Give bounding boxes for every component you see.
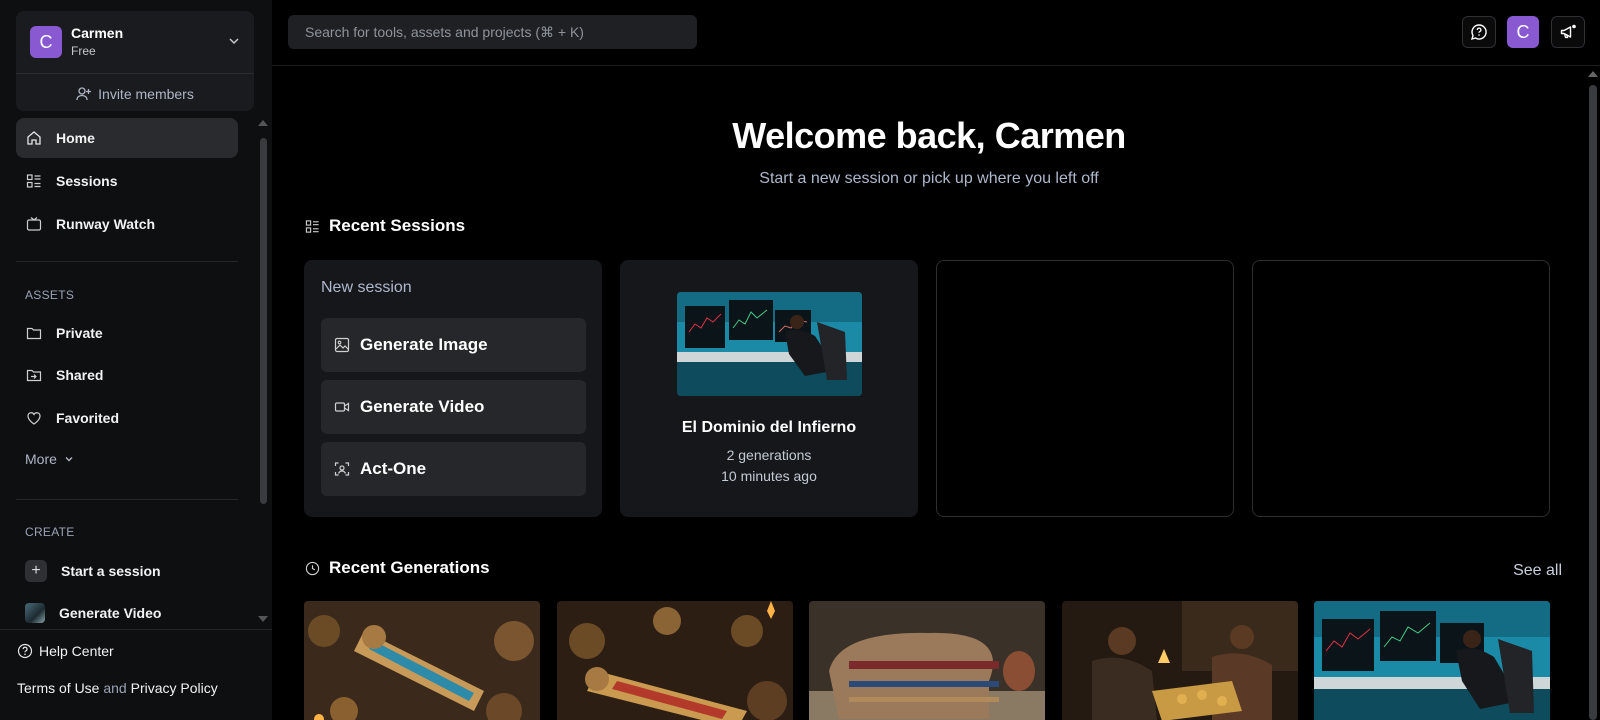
page-title: Welcome back, Carmen (732, 115, 1126, 156)
session-thumbnail (677, 292, 862, 396)
more-button[interactable]: More (25, 451, 75, 467)
scrollbar-thumb[interactable] (260, 138, 267, 504)
divider (16, 261, 238, 262)
recent-generations-heading: Recent Generations (305, 558, 490, 578)
shared-folder-icon (26, 369, 42, 382)
topbar: C (272, 0, 1600, 66)
privacy-link[interactable]: Privacy Policy (131, 680, 218, 696)
home-icon (27, 131, 41, 145)
scrollbar-thumb[interactable] (1589, 85, 1597, 720)
invite-members-button[interactable]: Invite members (16, 83, 254, 105)
divider (16, 499, 238, 500)
image-icon (334, 337, 350, 353)
nav-item-label: Private (56, 325, 103, 341)
workspace-name: Carmen (71, 25, 124, 41)
nav-item-shared[interactable]: Shared (16, 355, 238, 395)
workspace-plan: Free (71, 44, 96, 58)
and-text: and (103, 680, 127, 696)
scroll-up-arrow-icon[interactable] (1588, 71, 1598, 77)
sessions-icon (26, 174, 41, 188)
generation-thumbnail[interactable] (1062, 601, 1298, 720)
more-label: More (25, 451, 57, 467)
divider (16, 73, 254, 74)
scroll-up-arrow-icon[interactable] (258, 120, 268, 126)
workspace-avatar: C (30, 26, 62, 58)
nav-item-label: Home (56, 130, 95, 146)
see-all-link[interactable]: See all (1513, 562, 1562, 580)
generation-thumbnail[interactable] (557, 601, 793, 720)
announcement-megaphone-icon (1560, 24, 1576, 39)
legal-links: Terms of Use and Privacy Policy (17, 680, 218, 696)
session-card[interactable]: El Dominio del Infierno 2 generations 10… (620, 260, 918, 517)
workspace-card: C Carmen Free Invite members (16, 11, 254, 111)
tv-icon (26, 217, 42, 231)
nav-item-runway-watch[interactable]: Runway Watch (16, 204, 238, 244)
nav-item-label: Shared (56, 367, 104, 383)
help-icon (17, 643, 33, 659)
terms-link[interactable]: Terms of Use (17, 680, 99, 696)
session-card-placeholder (936, 260, 1234, 517)
generation-thumbnail[interactable] (304, 601, 540, 720)
generate-video-link[interactable]: Generate Video (25, 603, 161, 623)
nav-item-label: Favorited (56, 410, 120, 426)
section-heading-label: Recent Generations (329, 558, 490, 577)
create-item-label: Generate Video (59, 605, 162, 621)
generate-image-button[interactable]: Generate Image (321, 318, 586, 372)
heart-icon (27, 412, 41, 425)
user-avatar[interactable]: C (1507, 16, 1539, 48)
generation-thumbnail[interactable] (1314, 601, 1550, 720)
scroll-down-arrow-icon[interactable] (258, 616, 268, 622)
action-label: Generate Video (360, 397, 485, 416)
nav-item-private[interactable]: Private (16, 313, 238, 353)
assets-heading: ASSETS (25, 288, 75, 302)
sessions-icon (305, 219, 319, 233)
create-heading: CREATE (25, 525, 75, 539)
generation-thumbnail[interactable] (809, 601, 1045, 720)
chevron-down-icon (229, 38, 239, 45)
feedback-button[interactable] (1462, 16, 1496, 48)
search-input[interactable] (288, 15, 697, 49)
nav-item-home[interactable]: Home (16, 118, 238, 158)
session-generation-count: 2 generations (726, 447, 812, 463)
recent-sessions-heading: Recent Sessions (305, 216, 465, 236)
main-content: Welcome back, Carmen Start a new session… (272, 67, 1586, 720)
act-one-button[interactable]: Act-One (321, 442, 586, 496)
session-title: El Dominio del Infierno (681, 419, 857, 436)
chevron-down-icon (65, 457, 73, 462)
workspace-switcher[interactable]: C Carmen Free (16, 11, 254, 73)
nav-item-favorited[interactable]: Favorited (16, 398, 238, 438)
feedback-chat-icon (1470, 24, 1487, 41)
plus-icon: + (25, 560, 47, 582)
sidebar: C Carmen Free Invite members Home Sessio… (0, 0, 272, 720)
help-center-link[interactable]: Help Center (17, 643, 114, 659)
help-center-label: Help Center (39, 643, 114, 659)
video-camera-icon (334, 402, 350, 412)
main-scrollbar[interactable] (1586, 67, 1600, 720)
invite-members-label: Invite members (98, 86, 194, 102)
new-session-title: New session (321, 279, 412, 296)
section-heading-label: Recent Sessions (329, 216, 466, 235)
action-label: Generate Image (360, 335, 488, 354)
start-session-button[interactable]: + Start a session (25, 560, 161, 582)
video-thumbnail-icon (25, 603, 45, 623)
clock-icon (305, 561, 320, 575)
create-item-label: Start a session (61, 563, 161, 579)
folder-icon (26, 327, 42, 340)
new-session-card: New session Generate Image Generate Vide… (304, 260, 602, 517)
page-subtitle: Start a new session or pick up where you… (759, 170, 1099, 187)
sidebar-scrollbar[interactable] (258, 120, 268, 630)
nav-item-sessions[interactable]: Sessions (16, 161, 238, 201)
nav-item-label: Runway Watch (56, 216, 156, 232)
announcements-button[interactable] (1551, 16, 1585, 48)
action-label: Act-One (360, 459, 427, 478)
sidebar-footer: Help Center Terms of Use and Privacy Pol… (0, 629, 272, 720)
generate-video-button[interactable]: Generate Video (321, 380, 586, 434)
face-scan-icon (334, 462, 350, 476)
session-card-placeholder (1252, 260, 1550, 517)
nav-item-label: Sessions (56, 173, 118, 189)
session-timestamp: 10 minutes ago (721, 468, 817, 484)
add-user-icon (76, 87, 92, 101)
